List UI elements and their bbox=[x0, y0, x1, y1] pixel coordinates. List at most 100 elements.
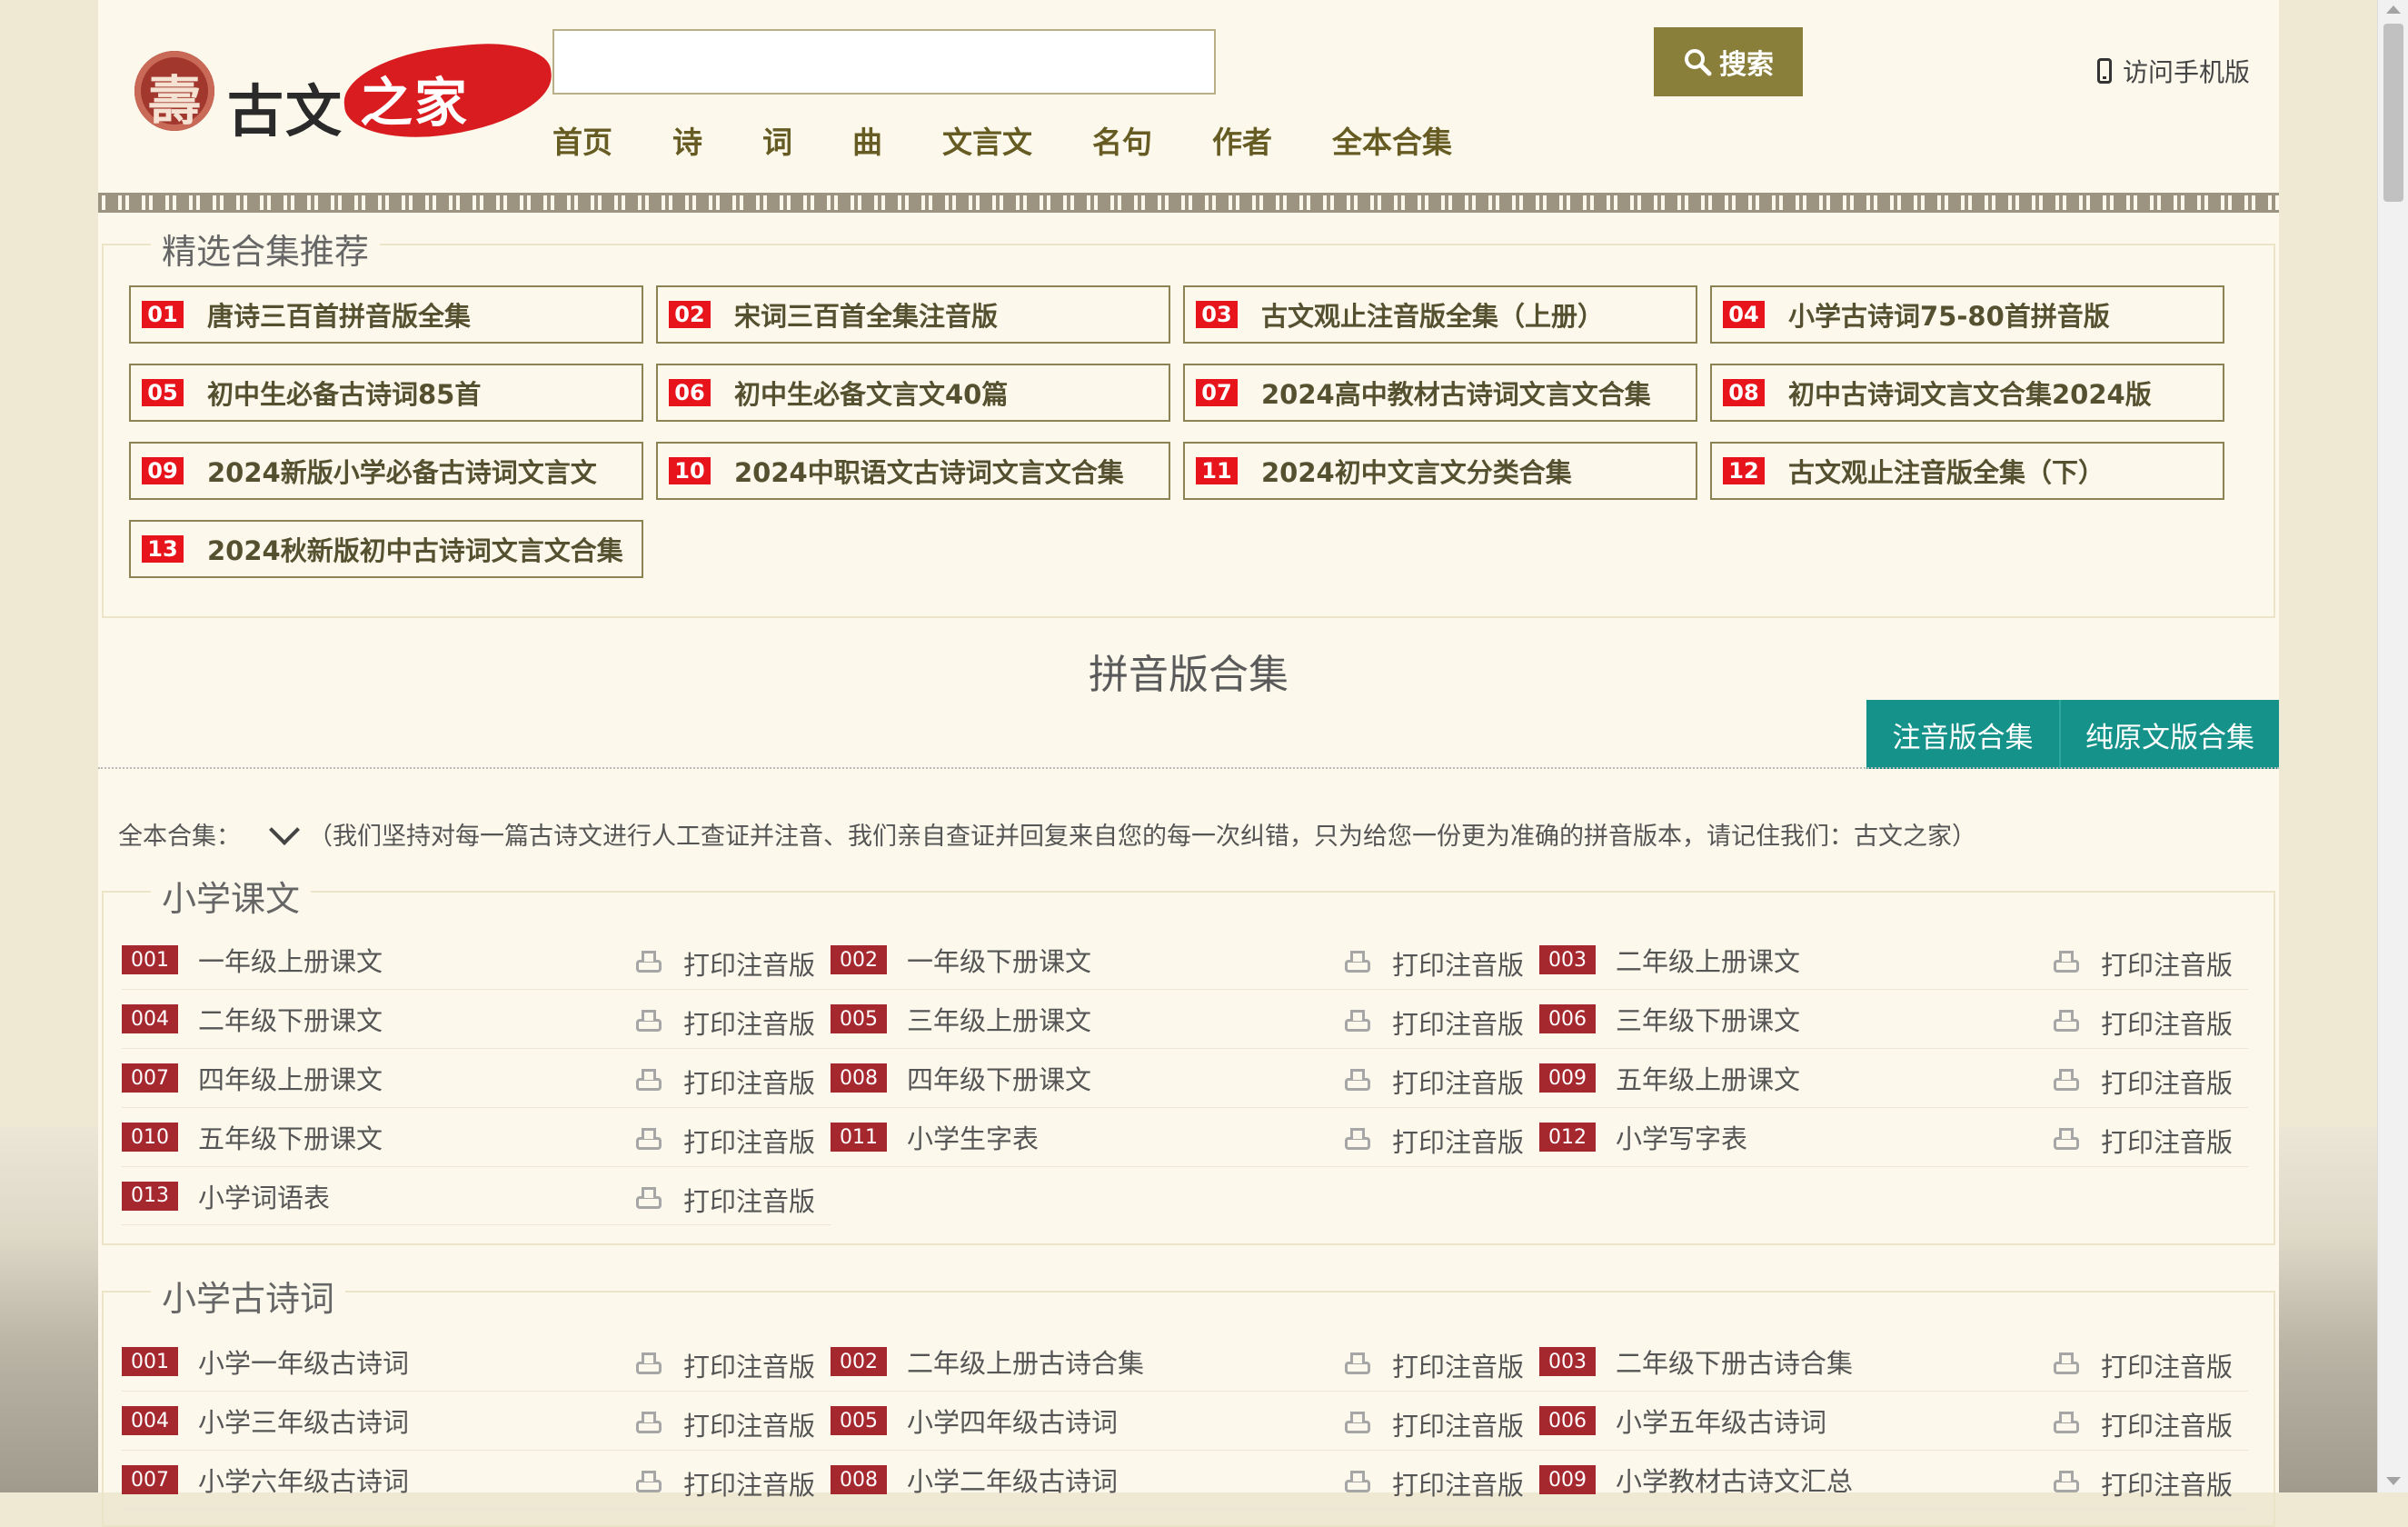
item-title[interactable]: 四年级下册课文 bbox=[907, 1059, 1091, 1097]
scroll-down-arrow-icon[interactable] bbox=[2386, 1477, 2401, 1485]
recommend-item[interactable]: 07 2024高中教材古诗词文言文合集 bbox=[1183, 364, 1697, 422]
print-link[interactable]: 打印注音版 bbox=[2054, 1122, 2233, 1160]
list-item[interactable]: 006 三年级下册课文 打印注音版 bbox=[1539, 990, 2248, 1048]
item-title[interactable]: 小学词语表 bbox=[198, 1177, 330, 1215]
print-link[interactable]: 打印注音版 bbox=[636, 1063, 815, 1101]
recommend-item[interactable]: 13 2024秋新版初中古诗词文言文合集 bbox=[129, 520, 643, 578]
print-link[interactable]: 打印注音版 bbox=[2054, 1405, 2233, 1443]
list-item[interactable]: 011 小学生字表 打印注音版 bbox=[831, 1108, 1539, 1166]
print-link[interactable]: 打印注音版 bbox=[2054, 1003, 2233, 1042]
print-link[interactable]: 打印注音版 bbox=[1345, 944, 1524, 983]
recommend-item[interactable]: 11 2024初中文言文分类合集 bbox=[1183, 442, 1697, 500]
recommend-item[interactable]: 06 初中生必备文言文40篇 bbox=[656, 364, 1170, 422]
item-title[interactable]: 二年级下册古诗合集 bbox=[1616, 1342, 1853, 1381]
print-link[interactable]: 打印注音版 bbox=[1345, 1405, 1524, 1443]
print-link[interactable]: 打印注音版 bbox=[2054, 1063, 2233, 1101]
site-logo[interactable]: 古文 之家 bbox=[134, 36, 557, 145]
list-item[interactable]: 003 二年级下册古诗合集 打印注音版 bbox=[1539, 1332, 2248, 1391]
list-item[interactable]: 004 二年级下册课文 打印注音版 bbox=[122, 990, 831, 1048]
print-link[interactable]: 打印注音版 bbox=[1345, 1464, 1524, 1502]
recommend-item[interactable]: 04 小学古诗词75-80首拼音版 bbox=[1710, 285, 2224, 344]
item-title[interactable]: 五年级上册课文 bbox=[1616, 1059, 1800, 1097]
item-title[interactable]: 小学生字表 bbox=[907, 1118, 1039, 1156]
list-item[interactable]: 009 五年级上册课文 打印注音版 bbox=[1539, 1049, 2248, 1107]
search-input[interactable] bbox=[552, 29, 1216, 95]
list-item[interactable]: 007 小学六年级古诗词 打印注音版 bbox=[122, 1451, 831, 1509]
list-item[interactable]: 006 小学五年级古诗词 打印注音版 bbox=[1539, 1392, 2248, 1450]
recommend-item[interactable]: 10 2024中职语文古诗词文言文合集 bbox=[656, 442, 1170, 500]
list-item[interactable]: 010 五年级下册课文 打印注音版 bbox=[122, 1108, 831, 1166]
item-title[interactable]: 四年级上册课文 bbox=[198, 1059, 383, 1097]
rec-num: 08 bbox=[1723, 379, 1765, 406]
list-item[interactable]: 005 三年级上册课文 打印注音版 bbox=[831, 990, 1539, 1048]
print-link[interactable]: 打印注音版 bbox=[2054, 1464, 2233, 1502]
nav-zuozhe[interactable]: 作者 bbox=[1212, 118, 1272, 162]
item-num: 009 bbox=[1539, 1063, 1596, 1093]
item-title[interactable]: 小学六年级古诗词 bbox=[198, 1461, 409, 1499]
recommend-item[interactable]: 08 初中古诗词文言文合集2024版 bbox=[1710, 364, 2224, 422]
print-link[interactable]: 打印注音版 bbox=[2054, 1346, 2233, 1384]
list-item[interactable]: 009 小学教材古诗文汇总 打印注音版 bbox=[1539, 1451, 2248, 1509]
recommend-item[interactable]: 05 初中生必备古诗词85首 bbox=[129, 364, 643, 422]
print-link[interactable]: 打印注音版 bbox=[636, 1122, 815, 1160]
item-title[interactable]: 一年级下册课文 bbox=[907, 941, 1091, 979]
item-title[interactable]: 小学一年级古诗词 bbox=[198, 1342, 409, 1381]
item-title[interactable]: 小学教材古诗文汇总 bbox=[1616, 1461, 1853, 1499]
print-link[interactable]: 打印注音版 bbox=[636, 1346, 815, 1384]
print-link[interactable]: 打印注音版 bbox=[636, 1181, 815, 1219]
list-item[interactable]: 008 四年级下册课文 打印注音版 bbox=[831, 1049, 1539, 1107]
list-item[interactable]: 002 二年级上册古诗合集 打印注音版 bbox=[831, 1332, 1539, 1391]
tab-zhuyin[interactable]: 注音版合集 bbox=[1866, 700, 2061, 769]
nav-mingju[interactable]: 名句 bbox=[1092, 118, 1152, 162]
print-link[interactable]: 打印注音版 bbox=[1345, 1346, 1524, 1384]
list-item[interactable]: 013 小学词语表 打印注音版 bbox=[122, 1167, 831, 1225]
mobile-version-link[interactable]: 访问手机版 bbox=[2097, 53, 2250, 89]
print-link[interactable]: 打印注音版 bbox=[636, 1405, 815, 1443]
item-title[interactable]: 二年级上册古诗合集 bbox=[907, 1342, 1144, 1381]
list-item[interactable]: 005 小学四年级古诗词 打印注音版 bbox=[831, 1392, 1539, 1450]
list-item[interactable]: 008 小学二年级古诗词 打印注音版 bbox=[831, 1451, 1539, 1509]
item-title[interactable]: 小学五年级古诗词 bbox=[1616, 1402, 1826, 1440]
item-title[interactable]: 小学二年级古诗词 bbox=[907, 1461, 1118, 1499]
scroll-thumb[interactable] bbox=[2383, 24, 2403, 202]
nav-quanben[interactable]: 全本合集 bbox=[1332, 118, 1452, 162]
item-title[interactable]: 一年级上册课文 bbox=[198, 941, 383, 979]
print-link[interactable]: 打印注音版 bbox=[2054, 944, 2233, 983]
item-title[interactable]: 三年级下册课文 bbox=[1616, 1000, 1800, 1038]
list-item[interactable]: 001 一年级上册课文 打印注音版 bbox=[122, 931, 831, 989]
nav-wenyanwen[interactable]: 文言文 bbox=[942, 118, 1032, 162]
list-item[interactable]: 001 小学一年级古诗词 打印注音版 bbox=[122, 1332, 831, 1391]
item-title[interactable]: 小学写字表 bbox=[1616, 1118, 1747, 1156]
item-title[interactable]: 小学三年级古诗词 bbox=[198, 1402, 409, 1440]
list-item[interactable]: 004 小学三年级古诗词 打印注音版 bbox=[122, 1392, 831, 1450]
recommend-item[interactable]: 09 2024新版小学必备古诗词文言文 bbox=[129, 442, 643, 500]
nav-qu[interactable]: 曲 bbox=[852, 118, 882, 162]
nav-shi[interactable]: 诗 bbox=[672, 118, 702, 162]
print-link[interactable]: 打印注音版 bbox=[1345, 1003, 1524, 1042]
recommend-item[interactable]: 12 古文观止注音版全集（下） bbox=[1710, 442, 2224, 500]
search-button[interactable]: 搜索 bbox=[1654, 27, 1803, 96]
item-title[interactable]: 二年级下册课文 bbox=[198, 1000, 383, 1038]
print-link[interactable]: 打印注音版 bbox=[1345, 1122, 1524, 1160]
nav-home[interactable]: 首页 bbox=[552, 118, 612, 162]
print-link[interactable]: 打印注音版 bbox=[1345, 1063, 1524, 1101]
tab-yuanwen[interactable]: 纯原文版合集 bbox=[2061, 700, 2279, 769]
print-link[interactable]: 打印注音版 bbox=[636, 1464, 815, 1502]
nav-ci[interactable]: 词 bbox=[762, 118, 792, 162]
list-item[interactable]: 003 二年级上册课文 打印注音版 bbox=[1539, 931, 2248, 989]
item-title[interactable]: 三年级上册课文 bbox=[907, 1000, 1091, 1038]
item-title[interactable]: 二年级上册课文 bbox=[1616, 941, 1800, 979]
list-item[interactable]: 012 小学写字表 打印注音版 bbox=[1539, 1108, 2248, 1166]
list-item[interactable]: 002 一年级下册课文 打印注音版 bbox=[831, 931, 1539, 989]
item-title[interactable]: 小学四年级古诗词 bbox=[907, 1402, 1118, 1440]
recommend-item[interactable]: 01 唐诗三百首拼音版全集 bbox=[129, 285, 643, 344]
list-item[interactable]: 007 四年级上册课文 打印注音版 bbox=[122, 1049, 831, 1107]
print-link[interactable]: 打印注音版 bbox=[636, 944, 815, 983]
scroll-up-arrow-icon[interactable] bbox=[2386, 5, 2401, 14]
vertical-scrollbar[interactable] bbox=[2377, 0, 2408, 1492]
recommend-item[interactable]: 02 宋词三百首全集注音版 bbox=[656, 285, 1170, 344]
recommend-item[interactable]: 03 古文观止注音版全集（上册） bbox=[1183, 285, 1697, 344]
print-link[interactable]: 打印注音版 bbox=[636, 1003, 815, 1042]
item-title[interactable]: 五年级下册课文 bbox=[198, 1118, 383, 1156]
chevron-down-icon[interactable] bbox=[269, 813, 300, 845]
